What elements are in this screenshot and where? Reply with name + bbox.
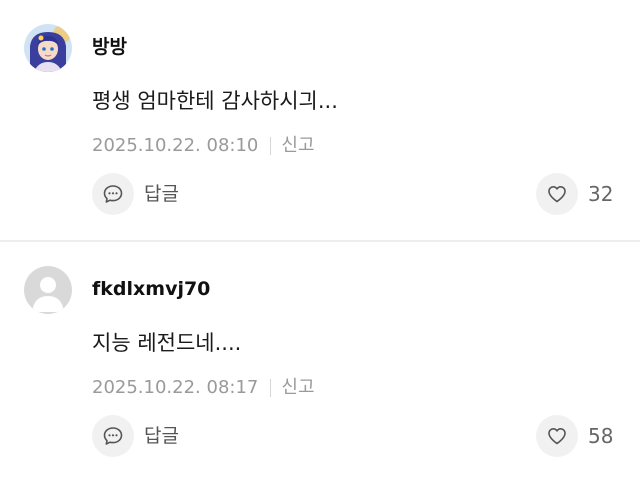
reply-button[interactable]: 답글 (92, 415, 179, 457)
comment-text: 평생 엄마한테 감사하시긔... (92, 89, 338, 113)
like-button[interactable]: 32 (536, 173, 614, 215)
speech-bubble-icon (92, 415, 134, 457)
reply-button[interactable]: 답글 (92, 173, 179, 215)
like-count: 32 (588, 182, 614, 206)
meta-divider (270, 137, 272, 155)
reply-label: 답글 (144, 425, 179, 447)
user-avatar[interactable] (24, 24, 72, 72)
username[interactable]: 방방 (92, 34, 127, 60)
username[interactable]: fkdlxmvj70 (92, 276, 210, 302)
user-avatar[interactable] (24, 266, 72, 314)
comment-item: fkdlxmvj70 지능 레전드네.... 2025.10.22. 08:17… (0, 242, 640, 482)
comment-item: 방방 평생 엄마한테 감사하시긔... 2025.10.22. 08:10 신고… (0, 0, 640, 240)
default-user-avatar-icon (24, 266, 72, 314)
like-button[interactable]: 58 (536, 415, 614, 457)
meta-divider (270, 379, 272, 397)
comment-text: 지능 레전드네.... (92, 331, 242, 355)
report-button[interactable]: 신고 (281, 134, 314, 158)
comment-meta: 2025.10.22. 08:17 신고 (92, 376, 315, 400)
speech-bubble-icon (92, 173, 134, 215)
timestamp: 2025.10.22. 08:17 (92, 377, 259, 398)
heart-outline-icon (536, 173, 578, 215)
reply-label: 답글 (144, 183, 179, 205)
timestamp: 2025.10.22. 08:10 (92, 135, 259, 156)
like-count: 58 (588, 424, 614, 448)
heart-outline-icon (536, 415, 578, 457)
report-button[interactable]: 신고 (281, 376, 314, 400)
comment-meta: 2025.10.22. 08:10 신고 (92, 134, 315, 158)
anime-character-avatar-icon (24, 24, 72, 72)
